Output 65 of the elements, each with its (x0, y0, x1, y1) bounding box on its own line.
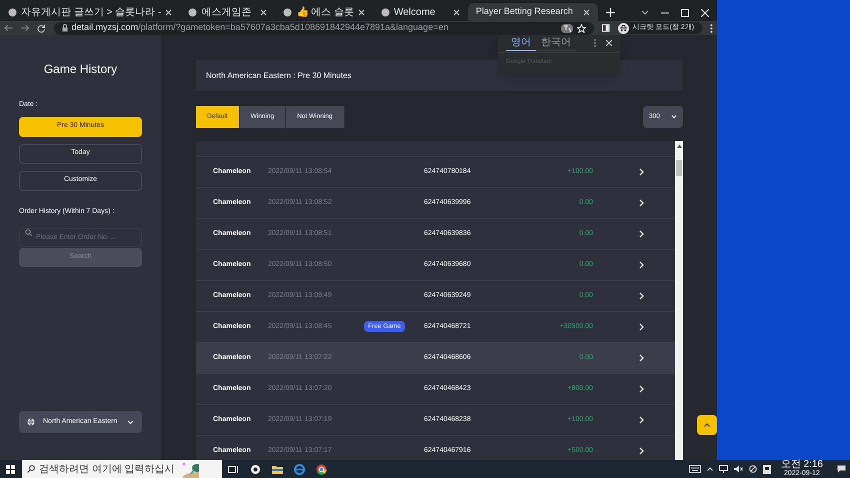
chevron-right-icon[interactable] (639, 230, 644, 238)
chevron-up-icon (704, 423, 710, 427)
notification-icon[interactable] (837, 465, 846, 473)
chevron-right-icon[interactable] (639, 447, 644, 455)
translate-icon[interactable] (561, 24, 574, 32)
star-icon[interactable] (577, 24, 586, 32)
language-tab[interactable]: 한국어 (536, 36, 576, 50)
page-icon (8, 8, 17, 16)
chevron-right-icon[interactable] (639, 416, 644, 424)
page-icon (380, 8, 390, 16)
input-method-icon[interactable] (762, 464, 771, 474)
address-field[interactable]: detail.myzsj.com/platform/?gametoken=ba57607a3cba5d108691842944e7891a&language=en (54, 22, 594, 34)
chevron-right-icon[interactable] (639, 168, 644, 176)
chevron-right-icon[interactable] (639, 385, 644, 393)
maximize-icon[interactable] (681, 9, 689, 17)
back-to-top-button[interactable] (697, 415, 717, 435)
forward-icon[interactable] (20, 24, 30, 32)
lock-icon (62, 24, 68, 32)
browser-tab[interactable]: 에스게임존 (180, 3, 276, 21)
new-tab-icon[interactable] (606, 8, 615, 17)
volume-icon[interactable] (734, 465, 743, 473)
chevron-down-icon (671, 115, 677, 119)
close-icon[interactable] (452, 8, 460, 16)
chevron-right-icon[interactable] (639, 199, 644, 207)
chevron-right-icon[interactable] (639, 261, 644, 269)
windows-start-icon[interactable] (6, 464, 15, 474)
scrollbar-thumb[interactable] (676, 160, 682, 176)
blocked-icon[interactable] (748, 465, 757, 473)
sidebar-icon[interactable] (602, 24, 610, 32)
close-icon[interactable] (358, 8, 365, 16)
close-icon[interactable] (701, 9, 709, 17)
close-icon[interactable] (606, 40, 612, 46)
close-icon[interactable] (165, 8, 172, 16)
chevron-right-icon[interactable] (639, 323, 644, 331)
minimize-icon[interactable] (661, 12, 669, 14)
task-view-icon[interactable] (228, 464, 239, 474)
language-tab[interactable]: 영어 (506, 36, 536, 50)
chrome-icon[interactable] (316, 464, 327, 474)
close-icon[interactable] (260, 8, 268, 16)
chevron-right-icon[interactable] (639, 354, 644, 362)
page-icon (188, 8, 198, 16)
browser-tab[interactable]: Welcome (372, 3, 468, 21)
search-icon (27, 465, 35, 473)
reload-icon[interactable] (37, 24, 46, 32)
globe-icon (27, 418, 35, 426)
chevron-down-icon[interactable] (641, 10, 649, 16)
folder-icon[interactable] (272, 464, 283, 474)
browser-tab[interactable]: 👍 에스 슬롯 (275, 3, 373, 21)
scroll-up-icon[interactable] (676, 144, 682, 148)
chevron-down-icon (127, 420, 134, 424)
chevron-up-icon[interactable] (706, 467, 713, 471)
scrollbar[interactable] (675, 141, 683, 460)
keyboard-icon[interactable] (688, 465, 701, 473)
page-icon (283, 8, 292, 16)
browser-e-icon[interactable] (294, 464, 305, 474)
taskbar-search-field[interactable]: 검색하려면 여기에 입력하십시 (22, 460, 222, 478)
search-icon (25, 229, 32, 236)
close-icon[interactable] (582, 8, 590, 16)
network-icon[interactable] (718, 465, 728, 473)
chevron-right-icon[interactable] (639, 292, 644, 300)
sidebar-title: Game History (42, 61, 118, 78)
browser-tab[interactable]: 자유게시판 글쓰기 > 슬롯나라 - (0, 3, 180, 21)
back-icon[interactable] (4, 24, 13, 32)
menu-icon[interactable] (710, 24, 713, 32)
browser-tab[interactable]: Player Betting Research (468, 3, 598, 21)
